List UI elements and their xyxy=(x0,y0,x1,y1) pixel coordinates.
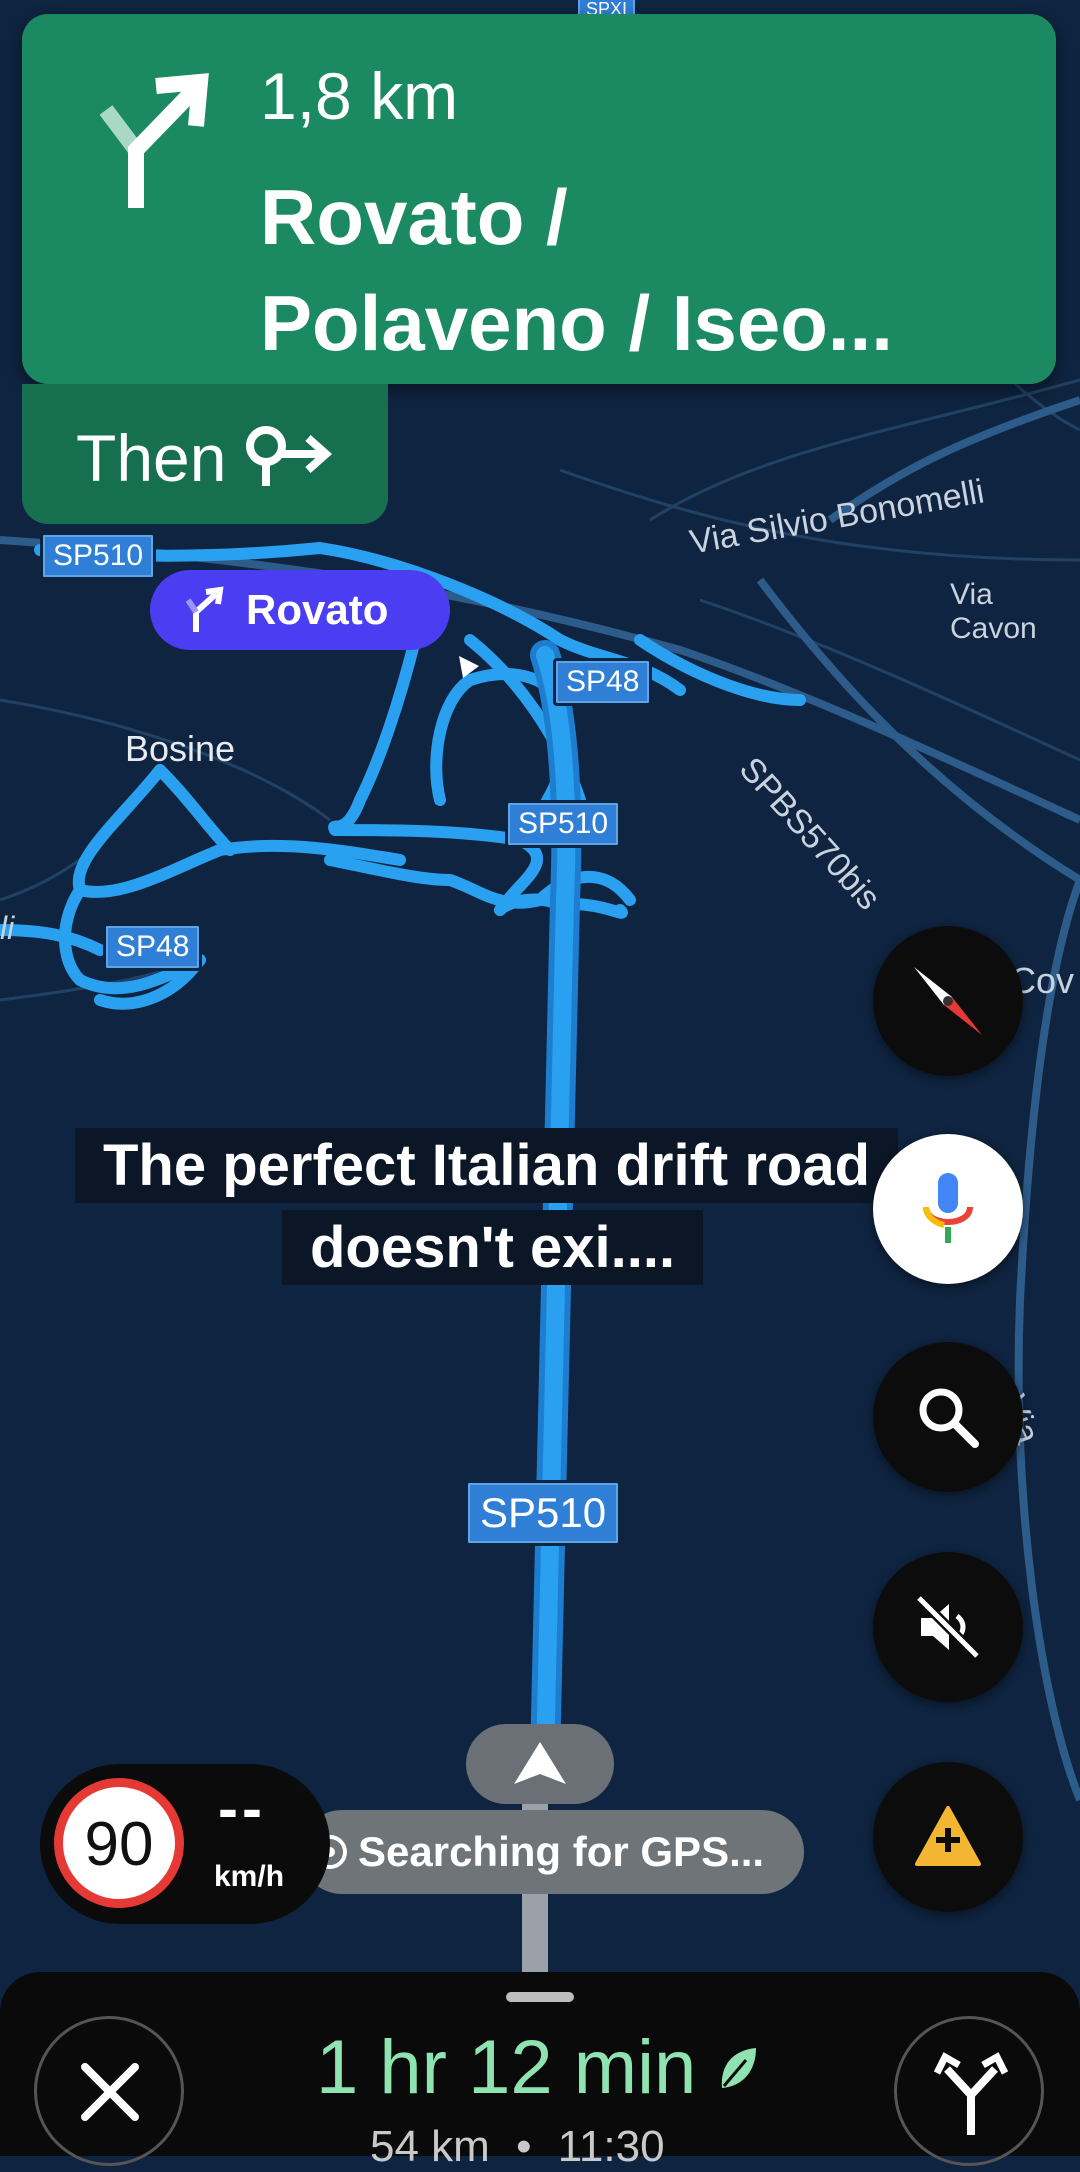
location-marker-icon xyxy=(459,656,479,678)
place-label-li: li xyxy=(0,910,15,946)
microphone-icon xyxy=(923,1173,973,1243)
destination-pill[interactable]: Rovato xyxy=(150,570,450,650)
navigation-arrow-icon xyxy=(514,1742,566,1784)
video-caption-line2: doesn't exi.... xyxy=(282,1210,704,1285)
exit-navigation-button[interactable] xyxy=(34,2016,184,2166)
then-turn-card[interactable]: Then xyxy=(22,384,388,524)
compass-button[interactable] xyxy=(873,926,1023,1076)
next-turn-card[interactable]: 1,8 km Rovato / Polaveno / Iseo... xyxy=(22,14,1056,384)
drag-handle[interactable] xyxy=(506,1992,574,2002)
trip-distance: 54 km xyxy=(370,2122,490,2171)
keep-right-icon xyxy=(246,426,333,486)
road-shield-sp48: SP48 xyxy=(103,923,203,971)
then-label: Then xyxy=(76,421,227,495)
speed-limit-sign: 90 xyxy=(54,1778,184,1908)
report-incident-button[interactable] xyxy=(873,1762,1023,1912)
eta-hours-label: hr xyxy=(379,2025,447,2110)
speed-unit: km/h xyxy=(214,1860,285,1893)
close-icon xyxy=(81,2063,139,2121)
gps-status-pill: Searching for GPS... xyxy=(300,1810,804,1894)
speed-limit-value: 90 xyxy=(84,1810,154,1879)
turn-road-line1: Rovato / xyxy=(260,173,568,261)
road-shield-sp510: SP510 xyxy=(465,1480,622,1546)
voice-search-button[interactable] xyxy=(873,1134,1023,1284)
trip-details: 54 km • 11:30 xyxy=(370,2122,665,2172)
eta-minutes: 12 xyxy=(468,2025,553,2110)
alternate-routes-button[interactable] xyxy=(894,2016,1044,2166)
road-shield-sp510: SP510 xyxy=(40,532,157,580)
recenter-button[interactable] xyxy=(466,1724,614,1804)
eta-duration: 1 hr 12 min xyxy=(316,2024,696,2111)
eta-minutes-label: min xyxy=(573,2025,697,2110)
mute-button[interactable] xyxy=(873,1552,1023,1702)
eta-hours: 1 xyxy=(316,2025,359,2110)
place-label-bosine: Bosine xyxy=(125,728,236,769)
speed-indicator: 90 -- km/h xyxy=(40,1764,330,1924)
trip-summary-bar[interactable]: 1 hr 12 min 54 km • 11:30 xyxy=(0,1972,1080,2171)
road-shield-sp48: SP48 xyxy=(553,658,653,706)
search-icon xyxy=(919,1388,979,1448)
turn-road-name: Rovato / Polaveno / Iseo... xyxy=(260,164,893,376)
video-caption-line1: The perfect Italian drift road xyxy=(75,1128,898,1203)
current-speed: -- xyxy=(218,1775,266,1842)
search-button[interactable] xyxy=(873,1342,1023,1492)
turn-distance: 1,8 km xyxy=(260,59,459,133)
mute-icon xyxy=(915,1594,981,1660)
destination-pill-label: Rovato xyxy=(246,586,389,633)
arrival-time: 11:30 xyxy=(557,2122,665,2171)
street-label-via-cavon: Via Cavon xyxy=(950,578,1037,645)
leaf-icon xyxy=(721,2048,756,2088)
gps-status-text: Searching for GPS... xyxy=(358,1828,765,1875)
slight-right-turn-icon xyxy=(186,586,224,632)
road-shield-sp510: SP510 xyxy=(505,800,622,848)
separator-dot: • xyxy=(516,2122,532,2171)
slight-right-turn-icon xyxy=(99,73,209,208)
add-report-icon xyxy=(915,1806,981,1866)
turn-road-line2: Polaveno / Iseo... xyxy=(260,279,893,367)
alternate-routes-icon xyxy=(933,2052,1009,2135)
compass-icon xyxy=(914,967,982,1035)
